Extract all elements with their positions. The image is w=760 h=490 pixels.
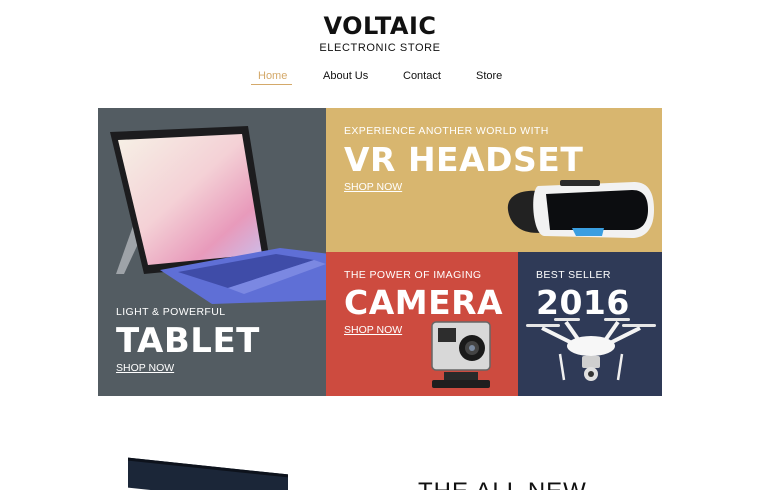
drone-promo[interactable]: BEST SELLER 2016: [518, 252, 662, 396]
tablet-shop-now-link[interactable]: SHOP NOW: [116, 362, 174, 374]
nav-home[interactable]: Home: [258, 70, 287, 82]
store-brand: VOLTAIC ELECTRONIC STORE: [0, 12, 760, 54]
vr-title: VR HEADSET: [344, 140, 584, 179]
vr-kicker: EXPERIENCE ANOTHER WORLD WITH: [344, 125, 549, 137]
drone-image: [526, 318, 656, 381]
vr-shop-now-link[interactable]: SHOP NOW: [344, 181, 402, 193]
teaser-heading: THE ALL NEW: [418, 478, 587, 490]
nav-store[interactable]: Store: [476, 70, 502, 82]
main-nav: Home About Us Contact Store: [0, 70, 760, 86]
vr-headset-image: [507, 180, 654, 238]
site-title[interactable]: VOLTAIC: [0, 12, 760, 40]
monitor-teaser-image: [128, 457, 288, 490]
nav-contact[interactable]: Contact: [403, 70, 441, 82]
vr-headset-promo[interactable]: EXPERIENCE ANOTHER WORLD WITH VR HEADSET…: [326, 108, 662, 252]
drone-kicker: BEST SELLER: [536, 269, 611, 281]
tablet-title: TABLET: [116, 321, 260, 361]
tablet-product-image: [110, 126, 326, 304]
camera-kicker: THE POWER OF IMAGING: [344, 269, 482, 281]
drone-year: 2016: [536, 283, 630, 322]
hero-grid: LIGHT & POWERFUL TABLET SHOP NOW EXPERIE…: [98, 108, 662, 396]
camera-promo[interactable]: THE POWER OF IMAGING CAMERA SHOP NOW: [326, 252, 518, 396]
active-nav-underline: [251, 84, 292, 85]
site-subtitle: ELECTRONIC STORE: [319, 42, 441, 54]
tablet-kicker: LIGHT & POWERFUL: [116, 306, 226, 318]
tablet-promo[interactable]: LIGHT & POWERFUL TABLET SHOP NOW: [98, 108, 326, 396]
action-camera-image: [431, 321, 491, 388]
nav-about-us[interactable]: About Us: [323, 70, 368, 82]
camera-title: CAMERA: [344, 283, 504, 322]
camera-shop-now-link[interactable]: SHOP NOW: [344, 324, 402, 336]
